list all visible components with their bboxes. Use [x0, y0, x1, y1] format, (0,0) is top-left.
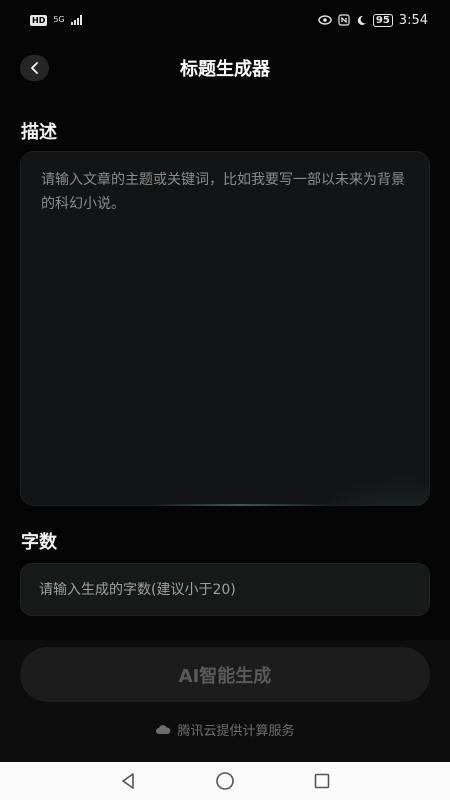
status-bar: HD 5G 95 3:54	[0, 0, 450, 40]
description-label: 描述	[21, 122, 57, 143]
generate-button[interactable]: AI智能生成	[20, 647, 430, 702]
chevron-left-icon	[30, 62, 38, 74]
word-count-label: 字数	[21, 532, 57, 553]
network-type: 5G	[53, 15, 65, 24]
back-triangle-icon[interactable]	[119, 772, 137, 790]
battery-indicator: 95	[372, 13, 393, 27]
moon-icon	[357, 15, 366, 25]
powered-by-text: 腾讯云提供计算服务	[177, 723, 295, 739]
recents-square-icon[interactable]	[313, 772, 331, 790]
home-circle-icon[interactable]	[215, 771, 235, 791]
hd-badge: HD	[30, 14, 48, 26]
back-button[interactable]	[20, 55, 49, 81]
description-input[interactable]	[41, 168, 409, 489]
description-box	[20, 151, 430, 506]
nfc-icon	[338, 14, 350, 26]
header: 标题生成器	[0, 46, 450, 90]
description-glow	[150, 504, 330, 506]
eye-icon	[318, 15, 332, 25]
status-right: 95 3:54	[318, 13, 428, 28]
powered-by: 腾讯云提供计算服务	[0, 718, 450, 740]
cloud-icon	[156, 724, 171, 734]
status-left: HD 5G	[30, 14, 82, 26]
word-count-box	[20, 563, 430, 616]
page-title: 标题生成器	[180, 59, 270, 80]
clock: 3:54	[398, 12, 428, 28]
word-count-input[interactable]	[39, 581, 411, 598]
navigation-bar	[0, 762, 450, 800]
screen: HD 5G 95 3:54 标题生成器 描述 请输入文章的主题或关键词，比如我要…	[0, 0, 450, 800]
signal-icon	[70, 15, 82, 25]
